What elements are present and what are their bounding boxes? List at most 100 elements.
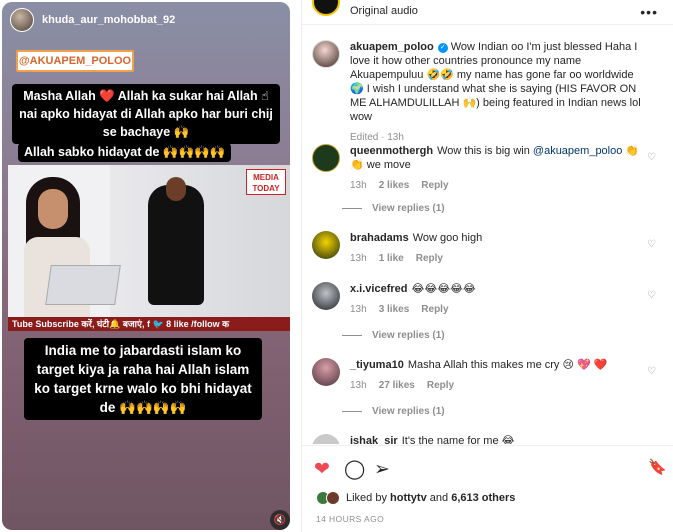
- comment-body: _tiyuma10 Masha Allah this makes me cry 😢…: [350, 358, 646, 393]
- share-icon[interactable]: ➢: [374, 458, 390, 481]
- avatar[interactable]: [312, 144, 340, 172]
- comment-likes[interactable]: 3 likes: [379, 304, 410, 315]
- comment-likes[interactable]: 1 like: [379, 253, 404, 264]
- caption-comment: akuapem_poloo ✓ Wow Indian oo I'm just ble…: [312, 40, 662, 143]
- save-bookmark-icon[interactable]: 🔖: [648, 458, 667, 476]
- avatar[interactable]: [312, 434, 340, 444]
- comment-icon[interactable]: ◯: [344, 458, 365, 481]
- avatar[interactable]: [312, 231, 340, 259]
- news-clip-frame: MEDIA TODAY: [8, 165, 290, 317]
- comment-body: akuapem_poloo ✓ Wow Indian oo I'm just ble…: [350, 40, 646, 145]
- reel-author-avatar[interactable]: [10, 8, 34, 32]
- comment-body: queenmothergh Wow this is big win @akuape…: [350, 144, 646, 193]
- reel-header: khuda_aur_mohobbat_92: [10, 8, 175, 32]
- comment-like-icon[interactable]: ♡: [647, 152, 656, 163]
- news-ticker: Tube Subscribe करें, घंटी🔔 बजाएं, f 🐦 8 …: [8, 317, 290, 331]
- original-audio-link[interactable]: Original audio: [350, 5, 418, 17]
- comment-meta: 13h 27 likes Reply: [350, 379, 646, 393]
- post-sidebar: Original audio ••• akuapem_poloo ✓ Wow Ind…: [301, 0, 673, 532]
- comment-meta: 13h 2 likes Reply: [350, 179, 646, 193]
- comment-username[interactable]: _tiyuma10: [350, 359, 404, 371]
- comment-username[interactable]: brahadams: [350, 232, 409, 244]
- replies-divider: [342, 411, 362, 412]
- replies-divider: [342, 335, 362, 336]
- comments-list[interactable]: akuapem_poloo ✓ Wow Indian oo I'm just ble…: [302, 26, 673, 444]
- comment-body: x.i.vicefred 😂😂😂😂😂 13h 3 likes Reply: [350, 282, 646, 317]
- view-replies-label: View replies (1): [372, 203, 445, 214]
- reply-button[interactable]: Reply: [421, 180, 448, 191]
- liked-by-and: and: [429, 492, 449, 504]
- post-actions: ❤ ◯ ➢ 🔖 Liked by hottytv and 6,613 other…: [302, 445, 673, 532]
- post-header: Original audio •••: [302, 0, 673, 25]
- reply-button[interactable]: Reply: [421, 304, 448, 315]
- comment-item: x.i.vicefred 😂😂😂😂😂 13h 3 likes Reply ♡: [312, 282, 662, 322]
- reel-tag-overlay: @AKUAPEM_POLOO: [16, 50, 134, 72]
- comment-text: Wow Indian oo I'm just blessed Haha I lo…: [350, 41, 641, 123]
- performer-face: [166, 177, 186, 201]
- comment-meta: 13h 1 like Reply: [350, 252, 646, 266]
- comment-likes[interactable]: 2 likes: [379, 180, 410, 191]
- news-anchor-face: [38, 189, 68, 229]
- comment-username[interactable]: queenmothergh: [350, 145, 433, 157]
- view-replies-button[interactable]: View replies (1): [342, 330, 445, 341]
- comment-time: 13h: [350, 380, 367, 391]
- comment-time: 13h: [350, 253, 367, 264]
- view-replies-label: View replies (1): [372, 406, 445, 417]
- comment-time: Edited · 13h: [350, 132, 404, 143]
- avatar[interactable]: [312, 282, 340, 310]
- liked-by-text: Liked by hottytv and 6,613 others: [346, 492, 515, 504]
- comment-meta: 13h 3 likes Reply: [350, 303, 646, 317]
- comment-username[interactable]: x.i.vicefred: [350, 283, 407, 295]
- comment-like-icon[interactable]: ♡: [647, 366, 656, 377]
- replies-divider: [342, 208, 362, 209]
- comment-meta: Edited · 13h: [350, 131, 646, 145]
- liked-by-prefix: Liked by: [346, 492, 387, 504]
- comment-mention-link[interactable]: @akuapem_poloo: [533, 145, 622, 157]
- media-today-logo: MEDIA TODAY: [246, 169, 286, 195]
- post-timestamp[interactable]: 14 HOURS AGO: [316, 514, 384, 524]
- comment-body: ishak_sir It's the name for me 😂: [350, 434, 646, 444]
- comment-text: Wow this is big win: [437, 145, 530, 157]
- comment-username[interactable]: akuapem_poloo: [350, 41, 434, 53]
- post-author-avatar[interactable]: [312, 0, 340, 16]
- liked-by-others-link[interactable]: 6,613 others: [451, 492, 515, 504]
- comment-item: ishak_sir It's the name for me 😂: [312, 434, 662, 444]
- comment-likes[interactable]: 27 likes: [379, 380, 415, 391]
- reel-caption-bottom: India me to jabardasti islam ko target k…: [24, 338, 262, 420]
- reel-video[interactable]: khuda_aur_mohobbat_92 @AKUAPEM_POLOO Mas…: [2, 2, 290, 530]
- reel-caption-top: Masha Allah ❤️ Allah ka sukar hai Allah …: [12, 84, 280, 144]
- like-heart-icon[interactable]: ❤: [314, 458, 330, 481]
- comment-item: queenmothergh Wow this is big win @akuape…: [312, 144, 662, 193]
- laptop: [45, 265, 121, 305]
- comment-text: Wow goo high: [412, 232, 483, 244]
- reply-button[interactable]: Reply: [416, 253, 443, 264]
- liked-by-user-link[interactable]: hottytv: [390, 492, 427, 504]
- view-replies-button[interactable]: View replies (1): [342, 203, 445, 214]
- comment-body: brahadams Wow goo high 13h 1 like Reply: [350, 231, 646, 266]
- comment-username[interactable]: ishak_sir: [350, 435, 398, 444]
- view-replies-button[interactable]: View replies (1): [342, 406, 445, 417]
- comment-text: 😂😂😂😂😂: [411, 283, 476, 295]
- comment-item: brahadams Wow goo high 13h 1 like Reply ♡: [312, 231, 662, 271]
- comment-like-icon[interactable]: ♡: [647, 239, 656, 250]
- comment-text: Masha Allah this makes me cry 😢 💖 ❤️: [407, 359, 608, 371]
- view-replies-label: View replies (1): [372, 330, 445, 341]
- comment-time: 13h: [350, 304, 367, 315]
- reel-caption-mid: Allah sabko hidayat de 🙌🙌🙌🙌: [18, 143, 232, 162]
- reel-author-username[interactable]: khuda_aur_mohobbat_92: [42, 14, 175, 26]
- comment-like-icon[interactable]: ♡: [647, 290, 656, 301]
- comment-text: It's the name for me 😂: [401, 435, 515, 444]
- comment-item: _tiyuma10 Masha Allah this makes me cry 😢…: [312, 358, 662, 398]
- reply-button[interactable]: Reply: [427, 380, 454, 391]
- mute-icon[interactable]: 🔇: [270, 510, 290, 530]
- media-panel: khuda_aur_mohobbat_92 @AKUAPEM_POLOO Mas…: [0, 0, 301, 532]
- more-options-icon[interactable]: •••: [640, 4, 658, 20]
- performer-image: [148, 185, 204, 305]
- avatar[interactable]: [312, 40, 340, 68]
- avatar[interactable]: [312, 358, 340, 386]
- post-viewer: khuda_aur_mohobbat_92 @AKUAPEM_POLOO Mas…: [0, 0, 673, 532]
- likes-summary: Liked by hottytv and 6,613 others: [316, 491, 515, 505]
- verified-badge-icon: ✓: [437, 43, 448, 53]
- comment-time: 13h: [350, 180, 367, 191]
- liker-avatar: [326, 491, 340, 505]
